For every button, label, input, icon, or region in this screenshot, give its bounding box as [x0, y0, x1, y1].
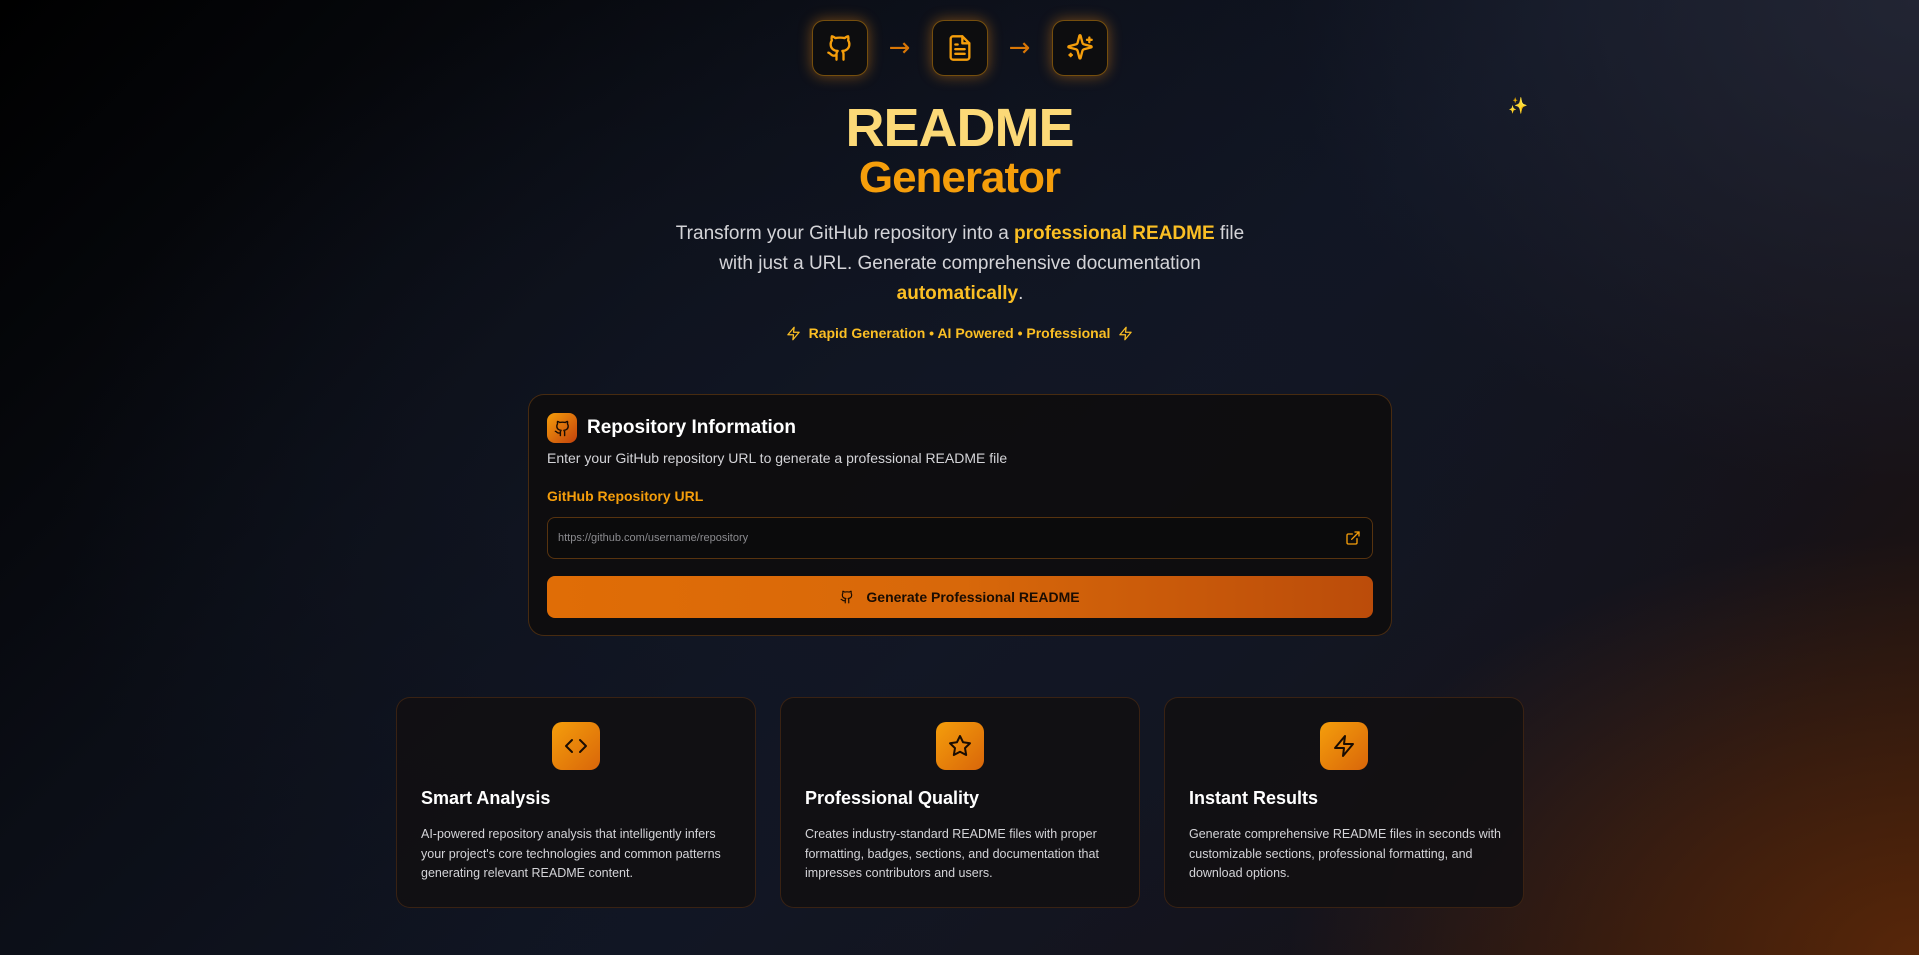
feature-title: Professional Quality — [805, 788, 980, 808]
arrow-right-icon: → — [888, 33, 911, 63]
arrow-right-icon: → — [1008, 33, 1031, 63]
hero-description-text: Transform your GitHub repository into a — [675, 223, 1015, 244]
generate-button-label: Generate Professional README — [866, 589, 1080, 605]
hero-flow: → → — [0, 20, 1919, 76]
sparkles-icon — [1066, 34, 1093, 60]
hero-highlight: automatically — [896, 283, 1019, 304]
lightning-icon — [786, 326, 800, 340]
feature-description: Creates industry-standard README files w… — [805, 827, 1099, 880]
hero-description: Transform your GitHub repository into a … — [660, 219, 1260, 309]
feature-title: Smart Analysis — [421, 788, 551, 808]
star-icon — [936, 722, 984, 770]
repository-card: Repository Information Enter your GitHub… — [528, 394, 1392, 636]
hero-highlight: professional README — [1014, 223, 1215, 244]
feature-card-professional-quality: Professional Quality Creates industry-st… — [780, 697, 1140, 908]
code-icon — [552, 722, 600, 770]
lightning-icon — [1119, 326, 1133, 340]
card-title: Repository Information — [587, 417, 797, 438]
feature-title: Instant Results — [1189, 788, 1319, 808]
hero-description-text: . — [1018, 283, 1024, 304]
feature-description: AI-powered repository analysis that inte… — [421, 827, 721, 880]
github-icon — [826, 35, 851, 61]
tagline: Rapid Generation • AI Powered • Professi… — [0, 325, 1919, 341]
card-description: Enter your GitHub repository URL to gene… — [547, 450, 1008, 466]
generate-readme-button[interactable]: Generate Professional README — [547, 576, 1373, 618]
feature-card-instant-results: Instant Results Generate comprehensive R… — [1164, 697, 1524, 908]
github-step — [811, 20, 868, 76]
github-icon — [547, 413, 577, 443]
feature-description: Generate comprehensive README files in s… — [1189, 827, 1501, 880]
document-icon — [949, 35, 970, 61]
github-icon — [840, 590, 853, 604]
document-step — [931, 20, 988, 76]
external-link-icon[interactable] — [1345, 530, 1361, 546]
repository-url-input[interactable] — [547, 517, 1373, 559]
tagline-text: Rapid Generation • AI Powered • Professi… — [808, 325, 1111, 341]
sparkles-step — [1051, 20, 1108, 76]
url-field-label: GitHub Repository URL — [547, 488, 704, 504]
card-header: Repository Information — [547, 413, 796, 443]
feature-card-smart-analysis: Smart Analysis AI-powered repository ana… — [396, 697, 756, 908]
lightning-icon — [1320, 722, 1368, 770]
page-title-sub: Generator — [858, 153, 1061, 202]
page-title: README — [845, 98, 1074, 158]
